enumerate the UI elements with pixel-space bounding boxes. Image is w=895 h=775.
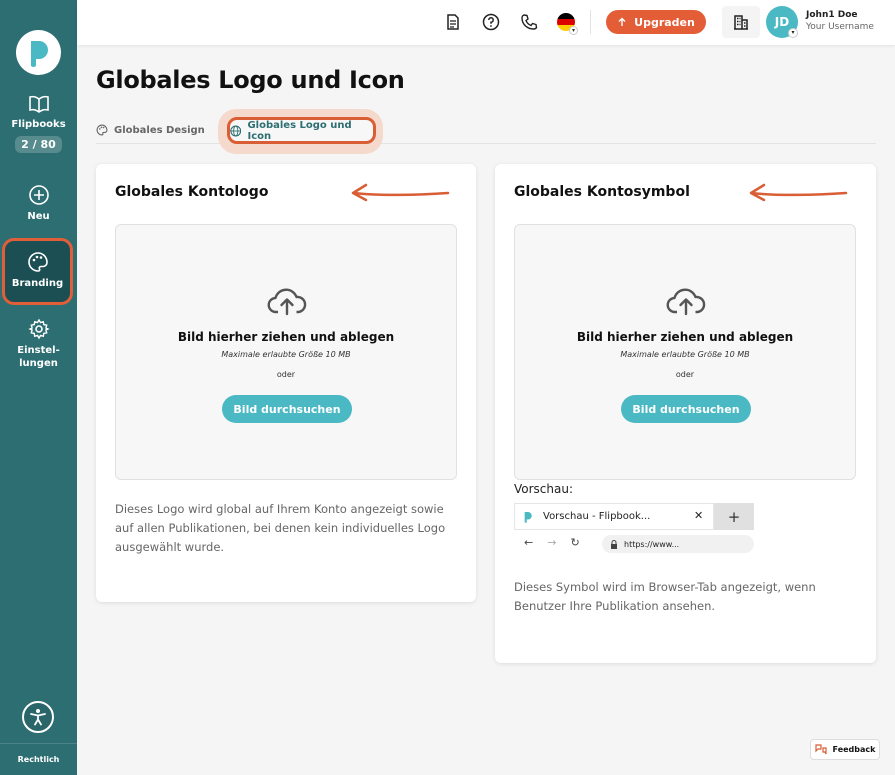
close-icon: ✕	[694, 509, 704, 522]
browse-image-button[interactable]: Bild durchsuchen	[621, 395, 751, 423]
sidebar: Flipbooks 2 / 80 Neu Branding Einstel- l…	[0, 0, 77, 775]
document-icon[interactable]	[444, 13, 462, 31]
user-name[interactable]: John1 Doe	[806, 10, 858, 20]
lock-icon	[611, 539, 617, 549]
page-title: Globales Logo und Icon	[96, 66, 405, 94]
palette-icon	[96, 124, 108, 136]
card-description: Dieses Logo wird global auf Ihrem Konto …	[115, 502, 446, 554]
browser-tab-preview: Vorschau - Flipbook... ✕ + ← → ↻ https:/…	[514, 503, 754, 555]
feedback-button[interactable]: Feedback	[810, 739, 880, 760]
company-button[interactable]	[722, 6, 760, 38]
dropzone-title: Bild hierher ziehen und ablegen	[576, 330, 794, 344]
accessibility-button[interactable]	[22, 701, 54, 733]
plus-circle-icon	[28, 185, 49, 205]
divider	[590, 10, 591, 34]
card-title: Globales Kontologo	[115, 184, 269, 200]
feedback-label: Feedback	[832, 745, 876, 754]
phone-icon[interactable]	[520, 13, 538, 31]
tab-label: Globales Design	[114, 124, 205, 136]
annotation-arrow-icon	[351, 183, 450, 202]
browser-url: https://www...	[624, 539, 680, 549]
annotation-arrow-icon	[749, 183, 848, 202]
dropzone-title: Bild hierher ziehen und ablegen	[177, 330, 395, 344]
accessibility-icon	[30, 709, 46, 726]
help-icon[interactable]	[482, 13, 500, 31]
chevron-down-icon: ▾	[788, 28, 798, 38]
browser-url-bar: https://www...	[602, 535, 754, 553]
dropzone-size-hint: Maximale erlaubte Größe 10 MB	[620, 350, 750, 359]
logo-dropzone[interactable]: Bild hierher ziehen und ablegen Maximale…	[115, 224, 457, 480]
cloud-upload-icon	[666, 288, 706, 316]
legal-link[interactable]: Rechtlich	[0, 743, 77, 764]
tab-global-logo-icon[interactable]: Globales Logo und Icon	[227, 117, 376, 144]
feedback-icon	[814, 744, 827, 755]
favicon-icon	[524, 511, 532, 523]
book-icon	[28, 95, 49, 113]
card-description: Dieses Symbol wird im Browser-Tab angeze…	[514, 580, 816, 613]
forward-icon: →	[547, 536, 557, 549]
browser-tab: Vorschau - Flipbook...	[514, 503, 714, 530]
new-tab-icon: +	[714, 503, 754, 530]
arrow-up-icon	[618, 17, 626, 26]
user-username: Your Username	[806, 22, 874, 32]
tab-global-design[interactable]: Globales Design	[96, 124, 205, 136]
preview-label: Vorschau:	[514, 482, 574, 496]
flipbook-count-badge: 2 / 80	[15, 136, 62, 153]
sidebar-item-label: Branding	[11, 278, 64, 289]
sidebar-item-settings[interactable]: Einstel- lungen	[0, 318, 77, 370]
back-icon: ←	[524, 536, 534, 549]
tabs-divider	[96, 143, 876, 144]
chevron-down-icon: ▾	[569, 26, 578, 35]
reload-icon: ↻	[570, 536, 580, 549]
global-logo-card: Globales Kontologo Bild hierher ziehen u…	[96, 164, 476, 602]
top-bar: ▾ Upgraden JD ▾ John1 Doe Your Username	[77, 0, 895, 45]
dropzone-or: oder	[675, 370, 695, 379]
card-title: Globales Kontosymbol	[514, 184, 690, 200]
sidebar-item-branding[interactable]: Branding	[2, 238, 73, 305]
globe-icon	[230, 125, 242, 136]
brand-logo-icon	[30, 40, 48, 67]
gear-icon	[27, 318, 50, 340]
app-logo[interactable]	[16, 30, 61, 75]
browse-image-button[interactable]: Bild durchsuchen	[222, 395, 352, 423]
browser-tab-title: Vorschau - Flipbook...	[543, 511, 651, 522]
cloud-upload-icon	[267, 288, 307, 316]
upgrade-button[interactable]: Upgraden	[606, 10, 706, 34]
palette-icon	[27, 252, 48, 272]
sidebar-item-label: Neu	[27, 211, 50, 222]
building-icon	[734, 15, 748, 30]
dropzone-or: oder	[276, 370, 296, 379]
sidebar-item-label: Einstel- lungen	[17, 345, 60, 369]
global-icon-card: Globales Kontosymbol Bild hierher ziehen…	[495, 164, 876, 663]
icon-dropzone[interactable]: Bild hierher ziehen und ablegen Maximale…	[514, 224, 856, 480]
sidebar-item-flipbooks[interactable]: Flipbooks 2 / 80	[0, 94, 77, 153]
sidebar-item-label: Flipbooks	[11, 119, 66, 130]
tab-label: Globales Logo und Icon	[247, 119, 352, 142]
dropzone-size-hint: Maximale erlaubte Größe 10 MB	[221, 350, 351, 359]
upgrade-label: Upgraden	[634, 15, 695, 29]
sidebar-item-new[interactable]: Neu	[0, 184, 77, 223]
